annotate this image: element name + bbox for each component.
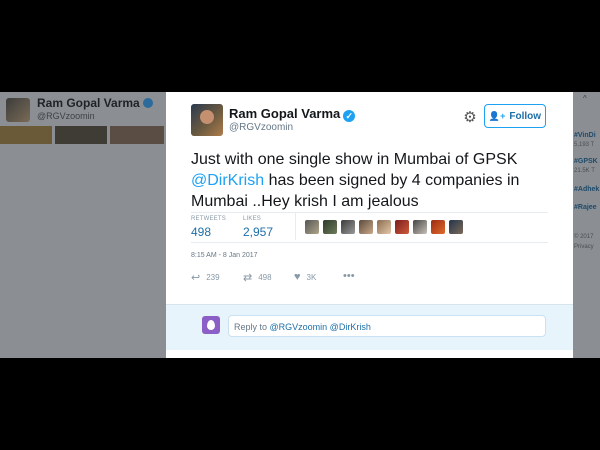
author-avatar[interactable]	[191, 104, 223, 136]
author-name[interactable]: Ram Gopal Varma ✓	[229, 106, 356, 122]
background-profile-handle: @RGVzoomin	[37, 111, 95, 121]
tweet-mention-link[interactable]: @DirKrish	[191, 172, 264, 189]
reply-prefix: Reply to	[234, 322, 270, 332]
likes-label: LIKES	[243, 216, 262, 222]
tweet-timestamp[interactable]: 8:15 AM - 8 Jan 2017	[191, 252, 258, 259]
chevron-up-icon: ^	[583, 94, 587, 103]
tweet-modal: Ram Gopal Varma ✓ @RGVzoomin ⚙ 👤+ Follow …	[166, 92, 573, 358]
retweets-count[interactable]: 498	[191, 225, 211, 239]
retweet-count: 498	[258, 273, 272, 282]
reply-mentions: @RGVzoomin @DirKrish	[269, 322, 371, 332]
reply-input[interactable]: Reply to @RGVzoomin @DirKrish	[228, 315, 546, 337]
background-verified-icon	[142, 98, 153, 108]
liker-avatar[interactable]	[341, 220, 355, 234]
gear-icon[interactable]: ⚙	[462, 110, 478, 126]
liker-avatar[interactable]	[305, 220, 319, 234]
liker-avatar[interactable]	[395, 220, 409, 234]
background-trend: #VinDi	[574, 132, 596, 139]
background-footer: Privacy	[574, 244, 594, 250]
background-footer: © 2017	[574, 234, 594, 240]
like-action[interactable]: ♥ 3K	[294, 271, 316, 283]
tweet-overlay-screen: Ram Gopal Varma @RGVzoomin ^ #VinDi 5,19…	[0, 92, 600, 358]
more-options-icon[interactable]: •••	[343, 270, 355, 282]
background-trend: #GPSK	[574, 158, 598, 165]
tweet-text-part: Just with one single show in Mumbai of G…	[191, 151, 518, 168]
background-profile-name: Ram Gopal Varma	[37, 96, 153, 110]
reply-box-area: Reply to @RGVzoomin @DirKrish	[166, 304, 573, 351]
background-media-strip	[0, 126, 166, 144]
background-trends-column: ^ #VinDi 5,193 T #GPSK 21.5K T #Adhek #R…	[573, 92, 600, 358]
background-trend: #Rajee	[574, 204, 597, 211]
liker-avatar[interactable]	[449, 220, 463, 234]
background-trend: #Adhek	[574, 186, 600, 193]
add-user-icon: 👤+	[488, 110, 506, 121]
background-media-thumb	[0, 126, 52, 144]
retweets-label: RETWEETS	[191, 216, 226, 222]
reply-action[interactable]: ↩ 239	[191, 271, 220, 284]
retweet-action[interactable]: ⇄ 498	[243, 271, 272, 284]
background-media-thumb	[110, 126, 164, 144]
retweet-icon: ⇄	[243, 272, 253, 284]
follow-label: Follow	[509, 110, 542, 122]
reply-icon: ↩	[191, 272, 201, 284]
current-user-avatar	[202, 316, 220, 334]
liker-avatar[interactable]	[323, 220, 337, 234]
background-avatar	[6, 98, 30, 122]
liker-avatar[interactable]	[413, 220, 427, 234]
reply-count: 239	[206, 273, 220, 282]
background-media-thumb	[55, 126, 107, 144]
stats-divider-bottom	[191, 242, 548, 243]
tweet-text: Just with one single show in Mumbai of G…	[191, 149, 551, 212]
verified-icon: ✓	[343, 110, 356, 122]
egg-icon	[207, 320, 215, 330]
author-handle[interactable]: @RGVzoomin	[229, 122, 293, 133]
background-profile: Ram Gopal Varma @RGVzoomin	[0, 92, 166, 358]
liker-avatar[interactable]	[431, 220, 445, 234]
liker-avatar[interactable]	[377, 220, 391, 234]
background-trend-count: 5,193 T	[574, 142, 595, 148]
modal-bottom-edge	[166, 350, 573, 358]
stats-separator	[295, 212, 296, 240]
follow-button[interactable]: 👤+ Follow	[484, 104, 546, 128]
background-trend-count: 21.5K T	[574, 168, 595, 174]
heart-icon: ♥	[294, 271, 301, 283]
liker-avatar[interactable]	[359, 220, 373, 234]
like-count: 3K	[306, 272, 317, 282]
likes-count[interactable]: 2,957	[243, 225, 273, 239]
stats-divider-top	[191, 212, 548, 213]
